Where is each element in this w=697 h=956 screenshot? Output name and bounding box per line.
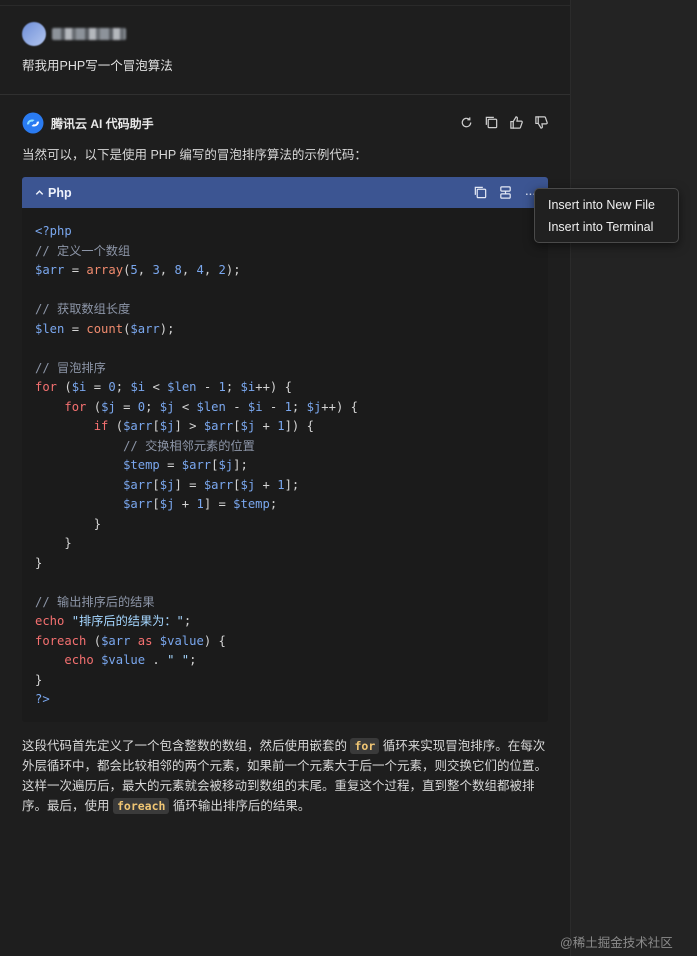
more-options-menu: Insert into New File Insert into Termina… — [534, 188, 679, 243]
menu-insert-terminal[interactable]: Insert into Terminal — [535, 216, 678, 238]
code-line: <?php — [35, 224, 72, 238]
code-line: // 冒泡排序 — [35, 360, 106, 375]
code-line: } — [35, 516, 102, 531]
code-line: // 获取数组长度 — [35, 302, 131, 316]
code-actions: ··· — [472, 177, 538, 208]
code-header: Php ··· — [22, 177, 548, 208]
inline-code-foreach: foreach — [112, 798, 170, 814]
copy-code-icon[interactable] — [472, 185, 488, 201]
refresh-icon[interactable] — [458, 114, 475, 131]
code-line: $arr = array(5, 3, 8, 4, 2); — [35, 263, 241, 277]
code-line: // 交换相邻元素的位置 — [123, 438, 255, 453]
code-line: for ($j = 0; $j < $len - $i - 1; $j++) { — [64, 399, 358, 414]
inline-code-for: for — [350, 738, 380, 754]
menu-insert-new-file[interactable]: Insert into New File — [535, 194, 678, 216]
explanation-part: 循环输出排序后的结果。 — [169, 799, 311, 813]
insert-code-icon[interactable] — [497, 185, 513, 201]
copy-icon[interactable] — [483, 114, 500, 131]
code-language: Php — [48, 185, 72, 200]
chat-panel: 帮我用PHP写一个冒泡算法 腾讯云 AI 代码助手 当然可以，以下是使用 PHP… — [0, 0, 571, 956]
explanation-part: 这段代码首先定义了一个包含整数的数组，然后使用嵌套的 — [22, 739, 351, 753]
code-line: // 输出排序后的结果 — [35, 594, 155, 609]
code-line: // 定义一个数组 — [35, 243, 131, 258]
code-line: $temp = $arr[$j]; — [123, 458, 248, 472]
code-line: if ($arr[$j] > $arr[$j + 1]) { — [93, 419, 314, 433]
assistant-header: 腾讯云 AI 代码助手 — [22, 112, 154, 134]
thumbs-down-icon[interactable] — [533, 114, 550, 131]
code-line: foreach ($arr as $value) { — [35, 633, 226, 648]
code-line: ?> — [35, 692, 50, 706]
code-line: $len = count($arr); — [35, 321, 175, 336]
code-line: for ($i = 0; $i < $len - 1; $i++) { — [35, 380, 292, 394]
code-line: $arr[$j] = $arr[$j + 1]; — [123, 477, 300, 492]
code-line: } — [35, 536, 72, 550]
assistant-name: 腾讯云 AI 代码助手 — [51, 116, 154, 131]
code-line: } — [35, 555, 43, 570]
user-header — [22, 22, 126, 46]
explanation-text: 这段代码首先定义了一个包含整数的数组，然后使用嵌套的 for 循环来实现冒泡排序… — [22, 736, 550, 816]
assistant-intro: 当然可以，以下是使用 PHP 编写的冒泡排序算法的示例代码： — [22, 148, 367, 162]
code-content: <?php // 定义一个数组 $arr = array(5, 3, 8, 4, 2… — [22, 208, 548, 722]
right-background — [571, 0, 697, 956]
user-message: 帮我用PHP写一个冒泡算法 — [22, 59, 173, 73]
tencent-cloud-logo-icon — [22, 112, 44, 134]
user-name-blurred — [52, 28, 126, 40]
collapse-toggle[interactable]: Php — [34, 186, 72, 200]
divider — [0, 94, 570, 95]
code-line: echo "排序后的结果为："; — [35, 614, 192, 628]
code-line: echo $value . " "; — [64, 653, 197, 667]
user-avatar — [22, 22, 46, 46]
code-line: $arr[$j + 1] = $temp; — [123, 497, 278, 511]
divider — [0, 5, 570, 6]
code-line: } — [35, 672, 43, 687]
thumbs-up-icon[interactable] — [508, 114, 525, 131]
code-block: Php ··· <?php // 定义一个数组 $arr = array(5, 3,… — [22, 177, 548, 722]
chevron-up-icon — [35, 190, 44, 195]
message-actions — [458, 114, 550, 131]
watermark: @稀土掘金技术社区 — [560, 936, 673, 950]
